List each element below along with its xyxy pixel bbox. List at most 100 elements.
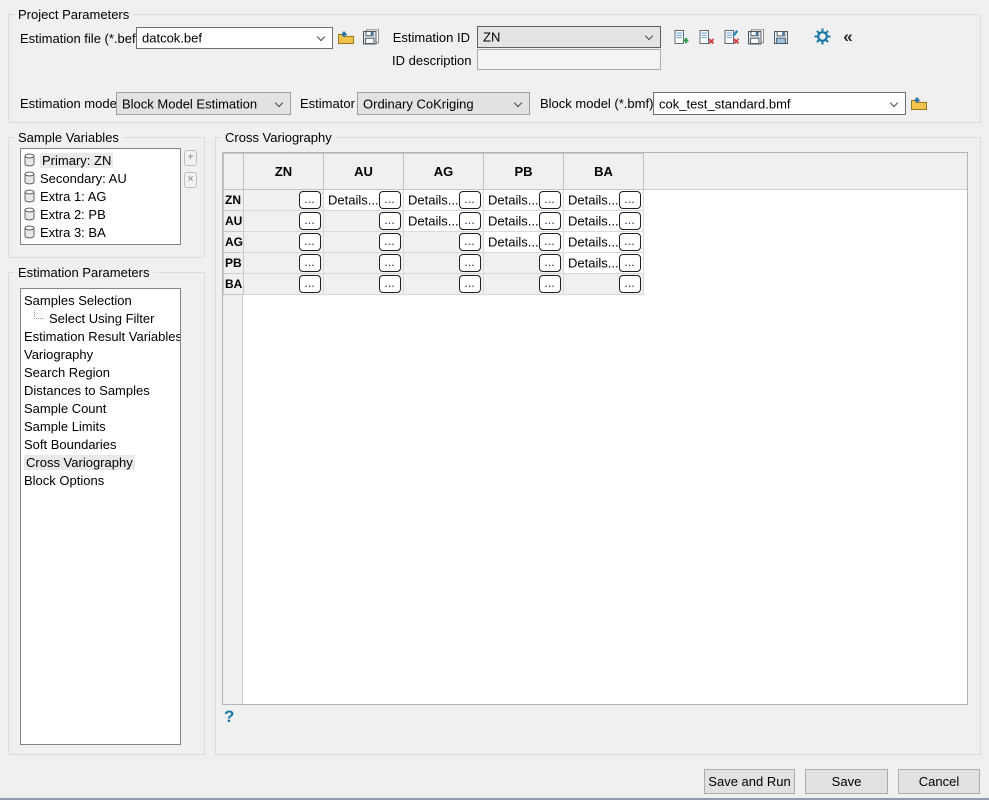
sample-variable-label: Extra 3: BA [40,225,106,240]
variogram-edit-button-pb-ag[interactable]: ... [459,254,481,272]
add-variable-button[interactable]: + [184,150,197,166]
matrix-cell-pb-ag: ... [404,253,484,274]
variogram-edit-button-zn-zn[interactable]: ... [299,191,321,209]
dialog-toolbar: « [813,27,857,45]
matrix-cell-au-ag: Details...... [404,211,484,232]
estimation-parameters-title: Estimation Parameters [14,265,154,280]
estimation-mode-combo[interactable]: Block Model Estimation [116,92,291,115]
sample-variables-title: Sample Variables [14,130,123,145]
matrix-cell-zn-zn: ... [244,190,324,211]
estimator-combo[interactable]: Ordinary CoKriging [357,92,530,115]
estimator-value: Ordinary CoKriging [363,96,474,111]
variogram-edit-button-au-pb[interactable]: ... [539,212,561,230]
matrix-cell-au-au: ... [324,211,404,232]
block-model-toolbar [910,94,928,112]
variogram-edit-button-ba-zn[interactable]: ... [299,275,321,293]
chevron-down-icon [645,32,653,40]
estimation-parameter-item[interactable]: Distances to Samples [21,381,180,399]
matrix-col-header-zn: ZN [244,154,324,190]
estimation-parameter-item[interactable]: Select Using Filter [21,309,180,327]
open-folder-icon[interactable] [910,95,928,112]
add-id-icon[interactable] [672,29,690,46]
variogram-edit-button-pb-au[interactable]: ... [379,254,401,272]
database-icon [24,207,35,221]
details-label: Details... [568,256,619,271]
variogram-edit-button-ag-au[interactable]: ... [379,233,401,251]
matrix-cell-pb-au: ... [324,253,404,274]
variogram-edit-button-ag-zn[interactable]: ... [299,233,321,251]
save-file-icon[interactable] [362,29,380,46]
delete-id-icon[interactable] [697,29,715,46]
sample-variable-item[interactable]: Secondary: AU [21,169,180,187]
variogram-edit-button-au-ag[interactable]: ... [459,212,481,230]
save-id-as-icon[interactable] [772,29,790,46]
estimation-parameter-label: Sample Count [24,401,106,416]
variogram-edit-button-ag-ag[interactable]: ... [459,233,481,251]
id-toolbar [672,28,790,46]
estimation-parameter-item[interactable]: Search Region [21,363,180,381]
estimation-parameter-item[interactable]: Samples Selection [21,291,180,309]
variogram-edit-button-zn-au[interactable]: ... [379,191,401,209]
estimation-id-combo[interactable]: ZN [477,26,661,48]
save-and-run-button[interactable]: Save and Run [704,769,795,794]
estimation-parameter-item[interactable]: Sample Count [21,399,180,417]
estimation-parameter-item[interactable]: Soft Boundaries [21,435,180,453]
estimation-parameter-item[interactable]: Variography [21,345,180,363]
sample-variable-label: Extra 1: AG [40,189,106,204]
variogram-edit-button-au-ba[interactable]: ... [619,212,641,230]
block-model-label: Block model (*.bmf) [540,96,653,112]
variogram-edit-button-au-au[interactable]: ... [379,212,401,230]
estimation-parameter-item[interactable]: Block Options [21,471,180,489]
database-icon [24,189,35,203]
id-description-input[interactable] [477,49,661,70]
estimation-file-combo[interactable]: datcok.bef [136,27,333,49]
save-id-icon[interactable] [747,29,765,46]
estimation-parameter-item[interactable]: Sample Limits [21,417,180,435]
variogram-edit-button-zn-ba[interactable]: ... [619,191,641,209]
sample-variable-item[interactable]: Extra 1: AG [21,187,180,205]
sample-variable-item[interactable]: Extra 3: BA [21,223,180,241]
help-icon[interactable]: ? [224,707,234,727]
variogram-edit-button-zn-ag[interactable]: ... [459,191,481,209]
cross-variography-grid: ZNAUAGPBBAZN...Details......Details.....… [222,152,968,705]
collapse-icon[interactable]: « [839,28,857,45]
variogram-edit-button-pb-zn[interactable]: ... [299,254,321,272]
estimation-parameter-item[interactable]: Cross Variography [21,453,180,471]
variogram-edit-button-ag-ba[interactable]: ... [619,233,641,251]
open-folder-icon[interactable] [337,29,355,46]
chevron-down-icon [317,33,325,41]
matrix-cell-pb-zn: ... [244,253,324,274]
cancel-button[interactable]: Cancel [898,769,980,794]
variogram-edit-button-ba-au[interactable]: ... [379,275,401,293]
variogram-edit-button-pb-ba[interactable]: ... [619,254,641,272]
estimation-parameter-label: Distances to Samples [24,383,150,398]
details-label: Details... [488,235,539,250]
sample-variable-label: Primary: ZN [40,153,113,168]
sample-variable-item[interactable]: Primary: ZN [21,151,180,169]
chevron-down-icon [275,99,283,107]
matrix-col-header-ba: BA [564,154,644,190]
variogram-edit-button-ba-ag[interactable]: ... [459,275,481,293]
matrix-cell-ag-ba: Details...... [564,232,644,253]
variogram-edit-button-ba-ba[interactable]: ... [619,275,641,293]
duplicate-id-icon[interactable] [722,29,740,46]
remove-variable-button[interactable]: × [184,172,197,188]
settings-icon[interactable] [813,28,831,45]
matrix-col-header-au: AU [324,154,404,190]
variogram-edit-button-pb-pb[interactable]: ... [539,254,561,272]
sample-variable-item[interactable]: Extra 2: PB [21,205,180,223]
variogram-edit-button-au-zn[interactable]: ... [299,212,321,230]
estimation-parameter-label: Cross Variography [24,455,135,470]
variogram-edit-button-ag-pb[interactable]: ... [539,233,561,251]
chevron-down-icon [890,99,898,107]
matrix-cell-ba-au: ... [324,274,404,295]
variogram-edit-button-zn-pb[interactable]: ... [539,191,561,209]
matrix-cell-ba-zn: ... [244,274,324,295]
block-model-combo[interactable]: cok_test_standard.bmf [653,92,906,115]
variogram-edit-button-ba-pb[interactable]: ... [539,275,561,293]
estimation-parameter-item[interactable]: Estimation Result Variables [21,327,180,345]
matrix-cell-ag-pb: Details...... [484,232,564,253]
matrix-row-header-zn: ZN [224,190,244,211]
save-button[interactable]: Save [805,769,888,794]
id-description-label: ID description [392,53,470,69]
